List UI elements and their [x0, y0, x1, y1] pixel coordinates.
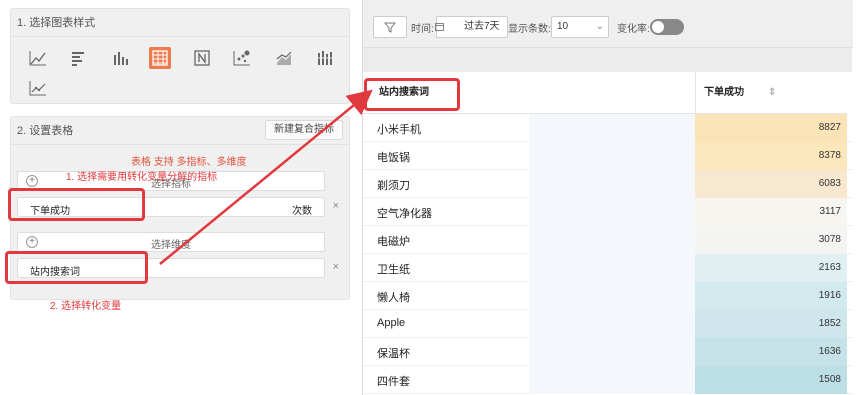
- spacer-cell: [529, 170, 695, 198]
- spacer-cell: [529, 114, 695, 142]
- new-composite-metric-button[interactable]: 新建复合指标: [265, 120, 343, 140]
- table-row[interactable]: 小米手机 8827: [363, 114, 853, 142]
- header-highlight-frame: [364, 78, 460, 111]
- table-row[interactable]: 空气净化器 3117: [363, 198, 853, 226]
- remove-metric-icon[interactable]: ×: [333, 200, 339, 212]
- orders-cell: 8378: [695, 142, 847, 170]
- orders-cell: 8827: [695, 114, 847, 142]
- change-rate-label: 变化率:: [617, 24, 650, 35]
- spacer-cell: [529, 142, 695, 170]
- keyword-cell: 卫生纸: [377, 264, 410, 276]
- toggle-knob: [652, 21, 664, 33]
- keyword-cell: 懒人椅: [377, 292, 410, 304]
- metric-unit[interactable]: 次数: [292, 202, 312, 217]
- filter-icon: [384, 22, 396, 33]
- orders-cell: 1916: [695, 282, 847, 310]
- column-header-orders[interactable]: 下单成功 ⇕: [695, 72, 847, 114]
- keyword-cell: 小米手机: [377, 124, 421, 136]
- table-row[interactable]: 懒人椅 1916: [363, 282, 853, 310]
- dimension-highlight-frame: [5, 251, 148, 284]
- orders-cell: 1508: [695, 366, 847, 394]
- sort-icon[interactable]: ⇕: [768, 72, 776, 114]
- dimension-select[interactable]: + 选择维度: [17, 232, 325, 252]
- calendar-icon: [435, 17, 444, 39]
- display-count-select[interactable]: 10 ⌄: [551, 16, 609, 38]
- spacer-cell: [529, 366, 695, 394]
- multi-line-icon[interactable]: [27, 77, 49, 99]
- keyword-cell: Apple: [377, 317, 406, 329]
- date-range-value: 过去7天: [464, 21, 500, 32]
- column-header-orders-label: 下单成功: [704, 87, 744, 98]
- orders-cell: 3117: [695, 198, 847, 226]
- spacer-cell: [529, 198, 695, 226]
- chevron-down-icon: ⌄: [595, 21, 604, 32]
- table-row[interactable]: 剃须刀 6083: [363, 170, 853, 198]
- area-chart-icon[interactable]: [273, 47, 295, 69]
- filter-button[interactable]: [373, 16, 407, 38]
- table-row[interactable]: 电磁炉 3078: [363, 226, 853, 254]
- change-rate-toggle[interactable]: [650, 19, 684, 35]
- keyword-cell: 保温杯: [377, 348, 410, 360]
- table-row[interactable]: 四件套 1508: [363, 366, 853, 394]
- spacer-cell: [529, 226, 695, 254]
- display-count-value: 10: [557, 21, 569, 32]
- section-title: 1. 选择图表样式: [11, 9, 349, 37]
- right-panel: 时间: 过去7天 显示条数: 10 ⌄ 变化率: 站内搜索词 下单成功 ⇕ 小米…: [362, 0, 853, 395]
- left-panel: 1. 选择图表样式 2. 设置表格 新建复合指标 表格 支持 多指标、多维度 +…: [0, 0, 358, 395]
- spacer-cell: [529, 254, 695, 282]
- spacer-cell: [529, 338, 695, 366]
- keyword-cell: 电磁炉: [377, 236, 410, 248]
- table-support-hint: 表格 支持 多指标、多维度: [131, 157, 247, 168]
- keyword-cell: 电饭锅: [377, 152, 410, 164]
- keyword-cell: 四件套: [377, 376, 410, 388]
- time-label: 时间:: [411, 24, 434, 35]
- display-count-label: 显示条数:: [508, 24, 551, 35]
- table-row[interactable]: 卫生纸 2163: [363, 254, 853, 282]
- orders-cell: 1852: [695, 310, 847, 338]
- step2-annotation: 2. 选择转化变量: [50, 301, 122, 312]
- dimension-placeholder: 选择维度: [151, 240, 191, 251]
- step1-annotation: 1. 选择需要用转化变量分解的指标: [66, 172, 218, 183]
- table-row[interactable]: 电饭锅 8378: [363, 142, 853, 170]
- spacer-cell: [529, 310, 695, 338]
- data-table: 站内搜索词 下单成功 ⇕ 小米手机 8827 电饭锅 8378 剃须刀 6083 空气净化器…: [363, 72, 853, 395]
- chart-style-section: 1. 选择图表样式: [10, 8, 350, 104]
- orders-cell: 6083: [695, 170, 847, 198]
- table-icon[interactable]: [149, 47, 171, 69]
- table-row[interactable]: Apple 1852: [363, 310, 853, 338]
- toolbar: 时间: 过去7天 显示条数: 10 ⌄ 变化率:: [363, 0, 853, 48]
- bar-horizontal-icon[interactable]: [67, 47, 89, 69]
- spacer-cell: [529, 282, 695, 310]
- orders-cell: 1636: [695, 338, 847, 366]
- keyword-cell: 剃须刀: [377, 180, 410, 192]
- keyword-cell: 空气净化器: [377, 208, 432, 220]
- orders-cell: 3078: [695, 226, 847, 254]
- remove-dimension-icon[interactable]: ×: [333, 261, 339, 273]
- metric-highlight-frame: [8, 188, 145, 221]
- number-card-icon[interactable]: [191, 47, 213, 69]
- orders-cell: 2163: [695, 254, 847, 282]
- line-chart-icon[interactable]: [27, 47, 49, 69]
- date-range-picker[interactable]: 过去7天: [435, 16, 508, 39]
- stacked-column-icon[interactable]: [313, 47, 335, 69]
- column-chart-icon[interactable]: [109, 47, 131, 69]
- table-row[interactable]: 保温杯 1636: [363, 338, 853, 366]
- scatter-chart-icon[interactable]: [231, 47, 253, 69]
